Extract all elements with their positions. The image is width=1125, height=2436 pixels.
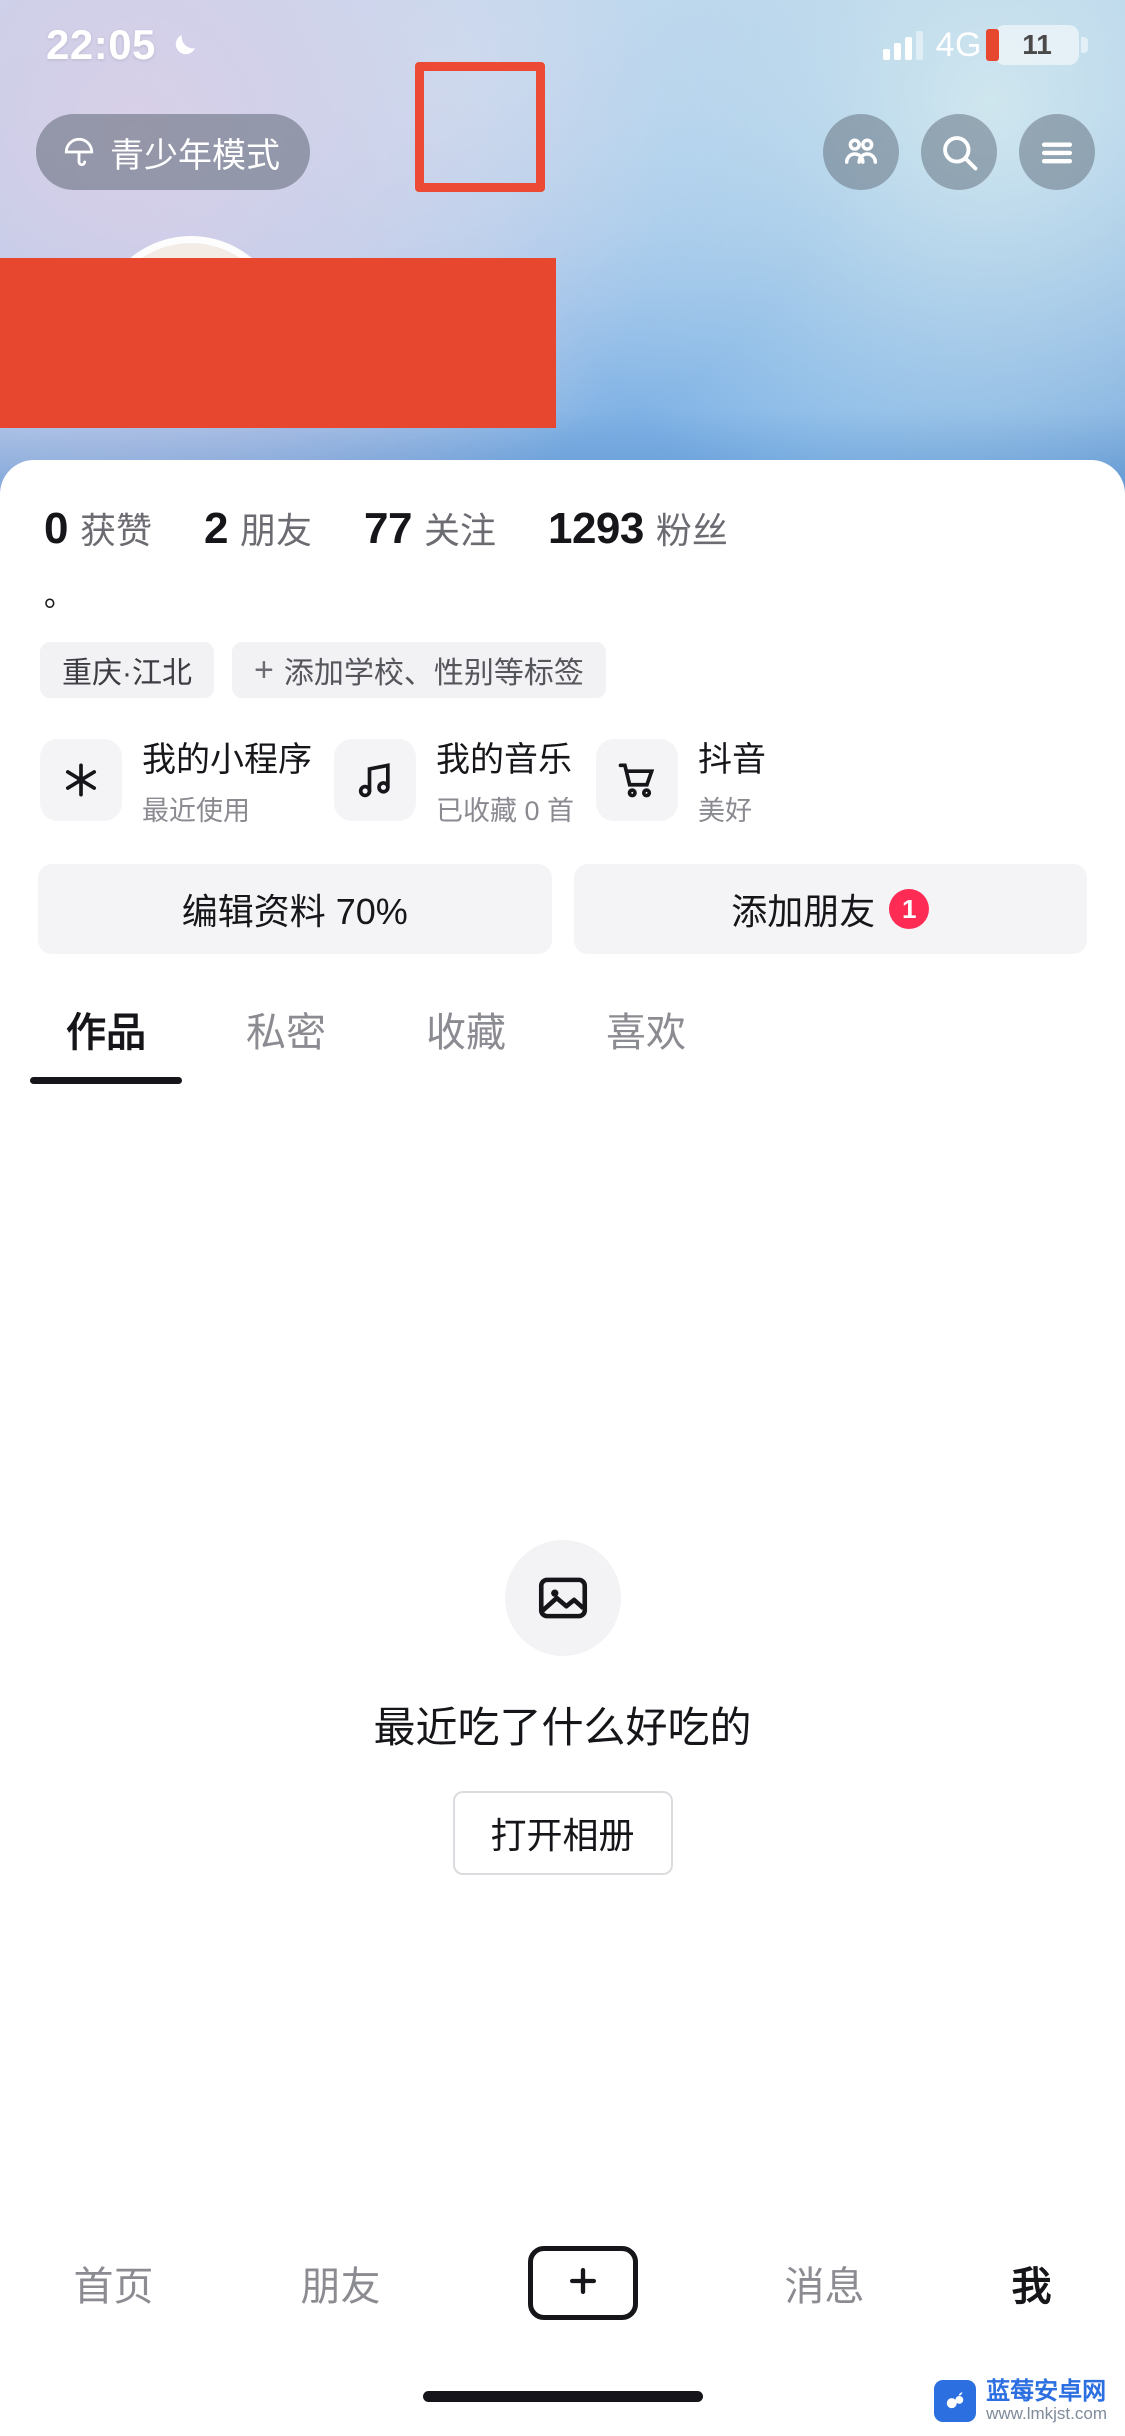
shopping-cart-icon bbox=[596, 739, 679, 821]
umbrella-icon bbox=[62, 135, 96, 169]
stat-label: 粉丝 bbox=[655, 510, 728, 551]
quick-entry-title: 我的小程序 bbox=[142, 741, 312, 779]
battery-indicator: 11 bbox=[986, 25, 1088, 65]
status-bar-left: 22:05 bbox=[46, 21, 200, 69]
battery-low-marker bbox=[986, 29, 999, 61]
profile-stats-row: 0 获赞 2 朋友 77 关注 1293 粉丝 bbox=[0, 460, 1125, 554]
stat-label: 关注 bbox=[423, 510, 496, 551]
stat-likes[interactable]: 0 获赞 bbox=[44, 502, 152, 554]
watermark-line1: 蓝莓安卓网 bbox=[986, 2377, 1107, 2405]
redaction-overlay bbox=[0, 258, 556, 428]
teen-mode-label: 青少年模式 bbox=[110, 136, 280, 175]
quick-entry-music[interactable]: 我的音乐 已收藏 0 首 bbox=[334, 732, 574, 828]
tag-add-label: 添加学校、性别等标签 bbox=[283, 657, 584, 690]
music-note-icon bbox=[334, 739, 416, 821]
friends-icon-button[interactable] bbox=[823, 114, 899, 190]
profile-action-buttons: 编辑资料 70% 添加朋友 1 bbox=[0, 828, 1125, 954]
tab-label: 喜欢 bbox=[606, 1011, 686, 1055]
open-album-button[interactable]: 打开相册 bbox=[452, 1791, 673, 1875]
stat-value: 1293 bbox=[547, 504, 644, 553]
tag-add-info[interactable]: + 添加学校、性别等标签 bbox=[232, 642, 606, 698]
watermark-line2: www.lmkjst.com bbox=[986, 2404, 1107, 2424]
stat-value: 0 bbox=[44, 504, 68, 553]
tab-private[interactable]: 私密 bbox=[196, 1000, 376, 1084]
content-tabs: 作品 私密 收藏 喜欢 bbox=[0, 954, 1125, 1084]
add-friend-label: 添加朋友 bbox=[731, 891, 876, 932]
site-watermark: 蓝莓安卓网 www.lmkjst.com bbox=[934, 2377, 1107, 2424]
stat-followers[interactable]: 1293 粉丝 bbox=[548, 502, 728, 554]
quick-entry-shop[interactable]: 抖音 美好 bbox=[596, 732, 766, 828]
add-friend-badge: 1 bbox=[889, 889, 930, 929]
nav-label: 消息 bbox=[784, 2265, 865, 2309]
search-icon-button[interactable] bbox=[921, 114, 997, 190]
watermark-text: 蓝莓安卓网 www.lmkjst.com bbox=[986, 2377, 1107, 2424]
tab-favorites[interactable]: 收藏 bbox=[376, 1000, 556, 1084]
profile-header: 青少年模式 bbox=[0, 92, 1125, 212]
stat-value: 2 bbox=[204, 504, 228, 553]
stat-friends[interactable]: 2 朋友 bbox=[204, 502, 312, 554]
battery-percent-label: 11 bbox=[1022, 29, 1052, 60]
profile-tags-row: 重庆·江北 + 添加学校、性别等标签 bbox=[0, 612, 1125, 698]
quick-entry-subtitle: 美好 bbox=[698, 796, 753, 826]
stat-label: 朋友 bbox=[239, 510, 312, 551]
profile-bio[interactable]: 。 bbox=[0, 554, 1125, 612]
tab-likes[interactable]: 喜欢 bbox=[556, 1000, 736, 1084]
profile-card: 0 获赞 2 朋友 77 关注 1293 粉丝 。 重庆·江北 + 添加学校、性… bbox=[0, 460, 1125, 2436]
teen-mode-button[interactable]: 青少年模式 bbox=[36, 114, 310, 190]
home-indicator bbox=[422, 2391, 703, 2402]
add-friend-button[interactable]: 添加朋友 1 bbox=[573, 864, 1087, 954]
status-bar-right: 4G 11 bbox=[882, 25, 1088, 65]
header-icon-group bbox=[823, 114, 1095, 190]
image-placeholder-icon bbox=[504, 1540, 621, 1656]
nav-item-home[interactable]: 首页 bbox=[74, 2254, 154, 2312]
tab-works[interactable]: 作品 bbox=[16, 1000, 196, 1084]
network-type-label: 4G bbox=[935, 25, 982, 64]
status-time: 22:05 bbox=[46, 21, 156, 68]
empty-state: 最近吃了什么好吃的 打开相册 bbox=[0, 1540, 1125, 1875]
tab-label: 私密 bbox=[246, 1011, 326, 1055]
open-album-label: 打开相册 bbox=[490, 1815, 635, 1856]
quick-entry-title: 我的音乐 bbox=[436, 741, 572, 779]
status-bar: 22:05 4G 11 bbox=[0, 0, 1125, 90]
crescent-moon-icon bbox=[170, 30, 200, 60]
plus-icon bbox=[563, 2261, 603, 2306]
nav-label: 我 bbox=[1011, 2265, 1052, 2309]
stat-following[interactable]: 77 关注 bbox=[364, 502, 496, 554]
nav-label: 朋友 bbox=[300, 2265, 381, 2309]
tag-location-label: 重庆·江北 bbox=[62, 657, 192, 690]
tab-label: 收藏 bbox=[426, 1011, 506, 1055]
quick-entry-text: 抖音 美好 bbox=[698, 732, 766, 828]
nav-item-create[interactable] bbox=[527, 2246, 638, 2320]
stat-value: 77 bbox=[364, 504, 412, 553]
signal-bars-icon bbox=[882, 30, 923, 60]
tag-location[interactable]: 重庆·江北 bbox=[40, 642, 214, 698]
hamburger-menu-icon-button[interactable] bbox=[1019, 114, 1095, 190]
quick-entry-subtitle: 最近使用 bbox=[142, 796, 250, 826]
nav-item-me[interactable]: 我 bbox=[1012, 2254, 1052, 2312]
stat-label: 获赞 bbox=[79, 510, 152, 551]
edit-profile-label: 编辑资料 70% bbox=[181, 891, 408, 932]
edit-profile-button[interactable]: 编辑资料 70% bbox=[38, 864, 552, 954]
quick-entry-text: 我的小程序 最近使用 bbox=[142, 732, 312, 828]
quick-entry-mini-program[interactable]: 我的小程序 最近使用 bbox=[40, 732, 312, 828]
tab-label: 作品 bbox=[66, 1011, 146, 1055]
battery-nub bbox=[1081, 37, 1088, 53]
nav-label: 首页 bbox=[73, 2265, 154, 2309]
plus-icon: + bbox=[254, 651, 274, 689]
quick-entry-subtitle: 已收藏 0 首 bbox=[436, 796, 575, 826]
bottom-navigation: 首页 朋友 消息 我 bbox=[0, 2218, 1125, 2348]
quick-entries-row: 我的小程序 最近使用 我的音乐 已收藏 0 首 抖音 美好 bbox=[0, 698, 1125, 828]
nav-item-friends[interactable]: 朋友 bbox=[301, 2254, 381, 2312]
nav-item-messages[interactable]: 消息 bbox=[785, 2254, 865, 2312]
quick-entry-title: 抖音 bbox=[698, 741, 767, 779]
blueberry-logo-icon bbox=[934, 2380, 977, 2423]
quick-entry-text: 我的音乐 已收藏 0 首 bbox=[436, 732, 574, 828]
mini-program-icon bbox=[40, 739, 122, 821]
empty-state-title: 最近吃了什么好吃的 bbox=[373, 1704, 752, 1751]
